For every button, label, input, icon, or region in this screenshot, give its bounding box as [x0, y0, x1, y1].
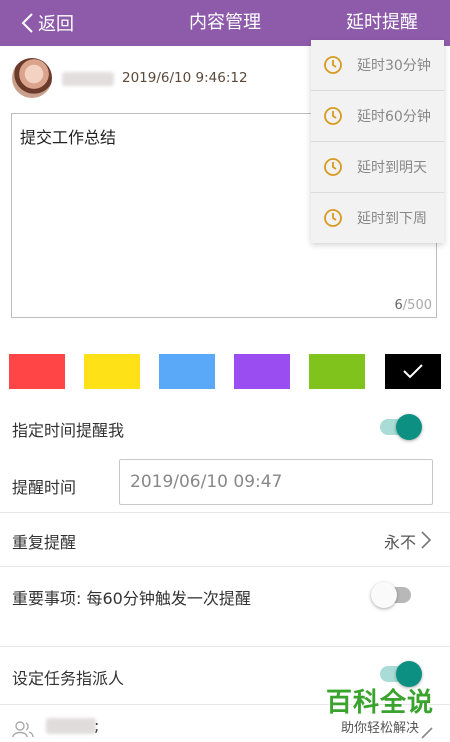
delay-menu-label: 延时到明天 — [357, 160, 427, 176]
remind-me-toggle[interactable] — [378, 414, 422, 440]
post-timestamp: 2019/6/10 9:46:12 — [122, 70, 248, 86]
remind-me-label: 指定时间提醒我 — [12, 421, 125, 440]
check-icon — [403, 364, 423, 379]
remind-time-input[interactable]: 2019/06/10 09:47 — [119, 459, 433, 505]
delay-menu-label: 延时到下周 — [357, 211, 427, 227]
delay-menu-item-tomorrow[interactable]: 延时到明天 — [311, 142, 444, 192]
delay-menu-item-next-week[interactable]: 延时到下周 — [311, 193, 444, 243]
watermark-subtitle: 助你轻松解决 — [340, 721, 419, 736]
assignee-label: 设定任务指派人 — [12, 669, 125, 688]
char-counter: 6/500 — [395, 298, 432, 313]
delay-dropdown-menu: 延时30分钟 延时60分钟 延时到明天 延时到下周 — [311, 40, 444, 243]
blurred-username — [62, 72, 114, 86]
repeat-value[interactable]: 永不 — [384, 529, 416, 553]
chevron-right-icon[interactable] — [420, 530, 432, 550]
clock-icon — [324, 107, 342, 125]
watermark-title: 百科全说 — [325, 688, 434, 718]
important-label: 重要事项: 每60分钟触发一次提醒 — [12, 589, 251, 608]
color-swatch-green[interactable] — [309, 354, 365, 389]
content-text: 提交工作总结 — [20, 128, 117, 147]
avatar[interactable] — [12, 58, 52, 98]
color-swatch-black[interactable] — [385, 354, 441, 389]
char-count-max: /500 — [402, 298, 432, 313]
back-button[interactable]: 返回 — [20, 0, 74, 46]
toggle-knob — [371, 582, 397, 608]
important-toggle[interactable] — [371, 582, 415, 608]
color-swatch-blue[interactable] — [159, 354, 215, 389]
delay-menu-item-60min[interactable]: 延时60分钟 — [311, 91, 444, 141]
blurred-assignee-name — [46, 718, 96, 734]
back-label: 返回 — [38, 14, 74, 35]
divider — [0, 512, 450, 513]
delay-menu-label: 延时30分钟 — [357, 58, 431, 74]
divider — [0, 566, 450, 567]
remind-time-label: 提醒时间 — [12, 478, 77, 497]
chevron-left-icon — [21, 13, 33, 33]
delay-menu-item-30min[interactable]: 延时30分钟 — [311, 40, 444, 90]
divider — [0, 646, 450, 647]
color-swatch-purple[interactable] — [234, 354, 290, 389]
clock-icon — [324, 158, 342, 176]
clock-icon — [324, 56, 342, 74]
toggle-knob — [396, 414, 422, 440]
clock-icon — [324, 209, 342, 227]
color-swatch-yellow[interactable] — [84, 354, 140, 389]
char-count-current: 6 — [394, 298, 403, 313]
people-icon — [12, 721, 34, 738]
watermark: 百科全说 助你轻松解决 — [320, 682, 440, 736]
delay-menu-label: 延时60分钟 — [357, 109, 431, 125]
assignee-separator: ; — [94, 716, 100, 735]
repeat-label: 重复提醒 — [12, 533, 77, 552]
color-swatch-red[interactable] — [9, 354, 65, 389]
